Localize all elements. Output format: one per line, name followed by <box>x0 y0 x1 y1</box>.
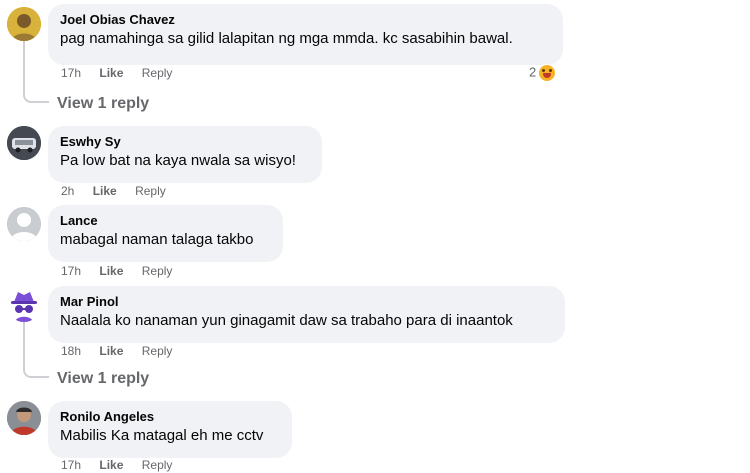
comment-text: Mabilis Ka matagal eh me cctv <box>60 427 264 444</box>
comment-author[interactable]: Lance <box>60 212 271 229</box>
like-button[interactable]: Like <box>99 66 123 80</box>
comment-author[interactable]: Mar Pinol <box>60 293 553 310</box>
view-replies-link[interactable]: View 1 reply <box>57 95 149 113</box>
comment-text: Naalala ko nanaman yun ginagamit daw sa … <box>60 312 513 329</box>
reply-button[interactable]: Reply <box>135 184 166 198</box>
comment-actions: 17h Like Reply <box>61 66 187 80</box>
like-button[interactable]: Like <box>99 344 123 358</box>
comment-timestamp[interactable]: 17h <box>61 264 81 278</box>
view-replies-link[interactable]: View 1 reply <box>57 370 149 388</box>
comment-bubble: Ronilo Angeles Mabilis Ka matagal eh me … <box>48 401 292 458</box>
thread-line <box>23 41 25 91</box>
reply-button[interactable]: Reply <box>142 264 173 278</box>
reaction-count: 2 <box>529 64 537 80</box>
comment-actions: 17h Like Reply <box>61 458 187 472</box>
comment-timestamp[interactable]: 2h <box>61 184 74 198</box>
avatar[interactable] <box>7 288 41 322</box>
reply-button[interactable]: Reply <box>142 458 173 472</box>
comment-text: mabagal naman talaga takbo <box>60 231 254 248</box>
reply-button[interactable]: Reply <box>142 344 173 358</box>
haha-reaction-icon <box>538 64 557 82</box>
thread-elbow <box>23 366 49 378</box>
reaction-summary[interactable]: 2 <box>529 64 557 82</box>
comment-actions: 18h Like Reply <box>61 344 187 358</box>
thread-line <box>23 322 25 366</box>
comment-author[interactable]: Eswhy Sy <box>60 133 310 150</box>
comment-bubble: Joel Obias Chavez pag namahinga sa gilid… <box>48 4 563 65</box>
like-button[interactable]: Like <box>93 184 117 198</box>
comment-bubble: Lance mabagal naman talaga takbo <box>48 205 283 262</box>
comment-text: Pa low bat na kaya nwala sa wisyo! <box>60 152 296 169</box>
comment-author[interactable]: Joel Obias Chavez <box>60 11 551 28</box>
comment-timestamp[interactable]: 18h <box>61 344 81 358</box>
comment-timestamp[interactable]: 17h <box>61 66 81 80</box>
avatar[interactable] <box>7 126 41 160</box>
comment-text: pag namahinga sa gilid lalapitan ng mga … <box>60 30 513 47</box>
comment-author[interactable]: Ronilo Angeles <box>60 408 280 425</box>
like-button[interactable]: Like <box>99 264 123 278</box>
comment-timestamp[interactable]: 17h <box>61 458 81 472</box>
reply-button[interactable]: Reply <box>142 66 173 80</box>
avatar[interactable] <box>7 7 41 41</box>
comment-actions: 2h Like Reply <box>61 184 181 198</box>
comment-bubble: Mar Pinol Naalala ko nanaman yun ginagam… <box>48 286 565 343</box>
comment-actions: 17h Like Reply <box>61 264 187 278</box>
avatar[interactable] <box>7 401 41 435</box>
avatar[interactable] <box>7 207 41 241</box>
comment-bubble: Eswhy Sy Pa low bat na kaya nwala sa wis… <box>48 126 322 183</box>
thread-elbow <box>23 91 49 103</box>
like-button[interactable]: Like <box>99 458 123 472</box>
